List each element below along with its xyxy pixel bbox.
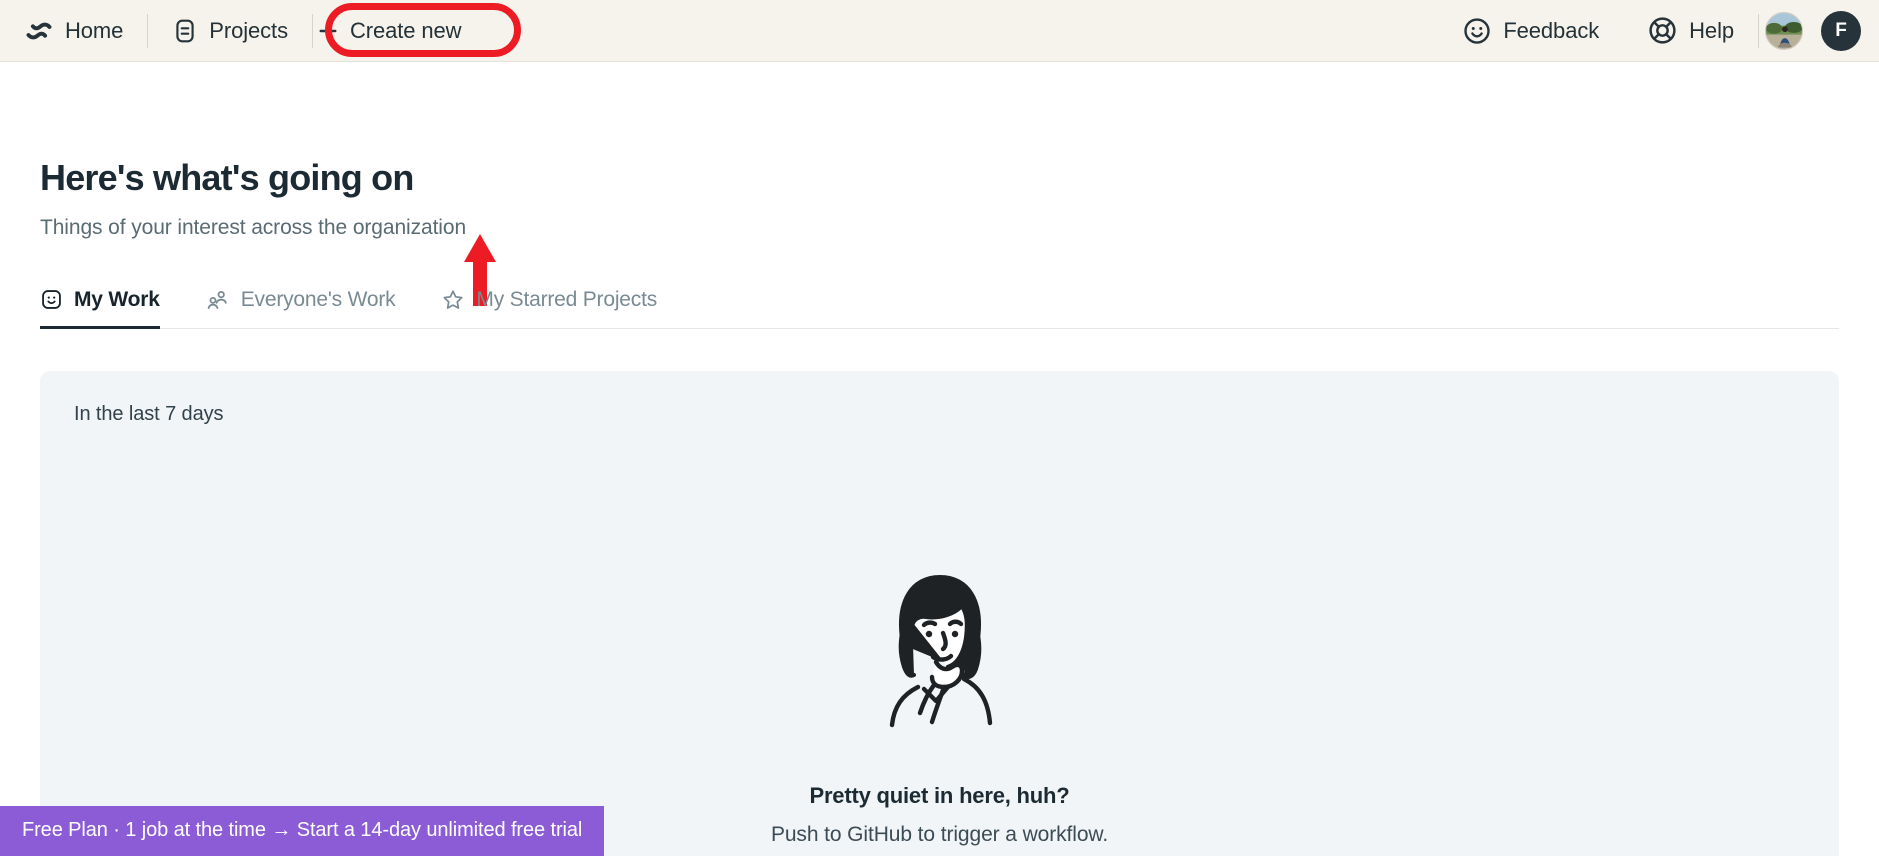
nav-item-create-new-label: Create new (349, 17, 462, 43)
smiley-square-icon (40, 288, 63, 311)
tab-everyones-work-label: Everyone's Work (240, 287, 396, 311)
tab-bar: My Work Everyone's Work My Starred Proje… (40, 288, 1839, 329)
nav-item-projects[interactable]: Projects (148, 0, 312, 61)
star-icon (441, 288, 465, 312)
nav-item-help-label: Help (1689, 17, 1734, 43)
user-avatar[interactable] (1765, 11, 1803, 50)
nav-item-projects-label: Projects (209, 17, 288, 43)
nav-item-home[interactable]: Home (20, 0, 147, 61)
tab-my-starred-projects-label: My Starred Projects (476, 287, 658, 311)
create-new-wrapper: Create new (313, 0, 521, 61)
person-thinking-illustration (889, 574, 992, 727)
secondary-nav: Feedback Help F (1458, 0, 1861, 61)
people-icon (206, 288, 230, 312)
top-navigation-bar: Home Projects Create new Feedback Help F (0, 0, 1879, 62)
nav-item-help[interactable]: Help (1623, 0, 1758, 61)
page-subtitle: Things of your interest across the organ… (40, 215, 467, 239)
tab-my-starred-projects[interactable]: My Starred Projects (441, 288, 679, 328)
free-plan-banner[interactable]: Free Plan · 1 job at the time → Start a … (0, 806, 605, 856)
empty-state-line-1: Push to GitHub to trigger a workflow. (770, 822, 1109, 846)
activity-card: In the last 7 days Pretty quiet in here,… (40, 370, 1839, 856)
primary-nav: Home Projects Create new (20, 0, 521, 61)
nav-item-feedback[interactable]: Feedback (1458, 0, 1623, 61)
tab-my-work-label: My Work (74, 287, 160, 311)
smiley-face-icon (1462, 16, 1492, 46)
nav-item-feedback-label: Feedback (1503, 17, 1600, 43)
nav-item-create-new[interactable]: Create new (313, 0, 486, 61)
plus-icon (317, 20, 339, 42)
page-title: Here's what's going on (40, 157, 414, 198)
tab-my-work[interactable]: My Work (40, 287, 182, 329)
account-initial-label: F (1835, 19, 1847, 41)
nav-item-home-label: Home (65, 17, 124, 43)
document-icon (172, 18, 198, 44)
lifebuoy-icon (1647, 15, 1678, 46)
activity-card-label: In the last 7 days (74, 402, 224, 425)
empty-state-title: Pretty quiet in here, huh? (809, 782, 1070, 808)
tab-everyones-work[interactable]: Everyone's Work (206, 288, 418, 328)
logo-swoosh-icon (24, 16, 54, 46)
page-content: Here's what's going on Things of your in… (0, 158, 1879, 856)
nav-divider-3 (1758, 13, 1759, 48)
account-initial-badge[interactable]: F (1821, 10, 1861, 51)
